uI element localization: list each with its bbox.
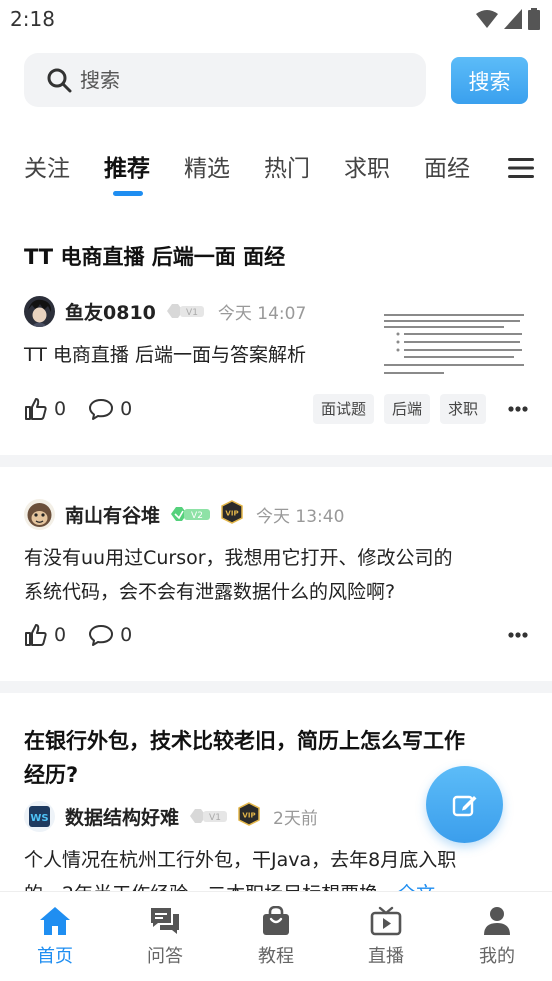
comment-icon (89, 625, 114, 646)
divider (0, 455, 552, 467)
vip-badge-icon: VIP (220, 500, 244, 528)
qa-icon (151, 908, 179, 934)
post-content-line: 系统代码，会不会有泄露数据什么的风险啊? (24, 581, 396, 603)
search-placeholder: 搜索 (80, 68, 120, 92)
level-badge-text: V2 (191, 511, 203, 521)
tag-item[interactable]: 面试题 (313, 394, 375, 424)
search-icon (47, 68, 72, 93)
menu-icon[interactable] (508, 156, 534, 180)
author-row: WS 数据结构好难 V1 VIP 2天前 (24, 800, 318, 832)
nav-qa[interactable]: 问答 (125, 906, 205, 968)
tv-icon (370, 906, 402, 936)
post-title: TT 电商直播 后端一面 面经 (24, 245, 286, 269)
search-input[interactable]: 搜索 (24, 53, 426, 107)
author-name[interactable]: 数据结构好难 (65, 803, 179, 830)
divider (0, 681, 552, 693)
comment-count: 0 (120, 624, 133, 646)
signal-icon (504, 9, 522, 29)
level-badge-icon: V1 (189, 806, 229, 826)
compose-post-button[interactable] (426, 766, 503, 843)
post-summary: TT 电商直播 后端一面与答案解析 (24, 344, 306, 366)
post-content-line: 的，2年半工作经验，二本职场目标想要换…全文 (24, 877, 456, 891)
nav-tutorial[interactable]: 教程 (236, 906, 316, 968)
status-icons (476, 8, 540, 30)
post-content-line: 个人情况在杭州工行外包，干Java，去年8月底入职 (24, 849, 457, 871)
user-icon (484, 907, 510, 935)
tab-hot[interactable]: 热门 (264, 150, 310, 188)
post-content-line: 有没有uu用过Cursor，我想用它打开、修改公司的 (24, 547, 453, 569)
post-title-line: 经历? (24, 763, 79, 787)
tag-item[interactable]: 求职 (440, 394, 487, 424)
like-button[interactable]: 0 (24, 623, 66, 647)
search-row: 搜索 搜索 (24, 53, 528, 107)
level-badge-text: V1 (209, 813, 221, 823)
nav-label: 首页 (37, 946, 73, 967)
nav-profile[interactable]: 我的 (457, 906, 537, 968)
like-count: 0 (54, 398, 67, 420)
post-thumbnail-image[interactable] (382, 312, 528, 380)
nav-label: 教程 (258, 946, 294, 967)
avatar[interactable] (24, 295, 55, 327)
thumbs-up-icon (25, 624, 47, 646)
wifi-icon (476, 10, 498, 28)
post-time: 今天 14:07 (217, 303, 307, 324)
bag-icon (263, 906, 289, 935)
home-icon (40, 907, 70, 935)
search-button[interactable]: 搜索 (451, 57, 528, 104)
comment-icon (89, 399, 114, 420)
author-row: 南山有谷堆 V2 VIP 今天 13:40 (24, 498, 344, 530)
avatar[interactable]: WS (24, 800, 55, 832)
nav-home[interactable]: 首页 (15, 906, 95, 968)
tab-interviews[interactable]: 面经 (424, 150, 470, 188)
author-name[interactable]: 南山有谷堆 (65, 501, 160, 528)
post-tags: 面试题 后端 求职 (313, 394, 487, 424)
comment-button[interactable]: 0 (88, 623, 132, 647)
vip-badge-text: VIP (225, 510, 238, 518)
svg-text:WS: WS (30, 813, 48, 824)
post-content: 有没有uu用过Cursor，我想用它打开、修改公司的 系统代码，会不会有泄露数据… (24, 541, 453, 609)
post-stats: 0 0 (24, 394, 154, 424)
post-title-line: 在银行外包，技术比较老旧，简历上怎么写工作 (24, 729, 465, 753)
nav-label: 问答 (147, 946, 183, 967)
read-more-link[interactable]: 全文 (397, 883, 435, 891)
active-tab-indicator (113, 191, 143, 196)
tab-recommended[interactable]: 推荐 (104, 150, 150, 188)
tag-item[interactable]: 后端 (384, 394, 431, 424)
battery-icon (528, 8, 540, 30)
more-options-icon[interactable] (508, 632, 528, 638)
tab-following[interactable]: 关注 (24, 150, 70, 188)
category-tabs: 关注 推荐 精选 热门 求职 面经 (24, 150, 534, 200)
post-time: 今天 13:40 (256, 506, 345, 527)
bottom-navigation: 首页 问答 教程 直播 我的 (0, 891, 552, 981)
nav-label: 我的 (479, 946, 515, 967)
edit-icon (452, 795, 476, 816)
tab-featured[interactable]: 精选 (184, 150, 230, 188)
like-button[interactable]: 0 (24, 397, 66, 421)
post-content: 个人情况在杭州工行外包，干Java，去年8月底入职 的，2年半工作经验，二本职场… (24, 843, 456, 891)
post-time: 2天前 (273, 808, 318, 829)
post-stats: 0 0 (24, 620, 154, 650)
vip-badge-icon: VIP (237, 802, 261, 830)
avatar[interactable] (24, 498, 55, 530)
vip-badge-text: VIP (242, 812, 255, 820)
post-title: 在银行外包，技术比较老旧，简历上怎么写工作 经历? (24, 724, 465, 792)
nav-live[interactable]: 直播 (346, 906, 426, 968)
tab-jobs[interactable]: 求职 (344, 150, 390, 188)
nav-label: 直播 (368, 946, 404, 967)
comment-button[interactable]: 0 (88, 397, 132, 421)
author-name[interactable]: 鱼友0810 (65, 298, 156, 325)
status-time: 2:18 (10, 7, 55, 31)
like-count: 0 (54, 624, 67, 646)
comment-count: 0 (120, 398, 133, 420)
thumbs-up-icon (25, 398, 47, 420)
level-badge-icon: V2 (170, 504, 212, 524)
author-row: 鱼友0810 V1 今天 14:07 (24, 295, 306, 327)
status-bar: 2:18 (0, 0, 552, 38)
level-badge-icon: V1 (166, 301, 206, 321)
more-options-icon[interactable] (508, 406, 528, 412)
level-badge-text: V1 (186, 308, 198, 318)
post-content-line-text: 的，2年半工作经验，二本职场目标想要换… (24, 883, 397, 891)
